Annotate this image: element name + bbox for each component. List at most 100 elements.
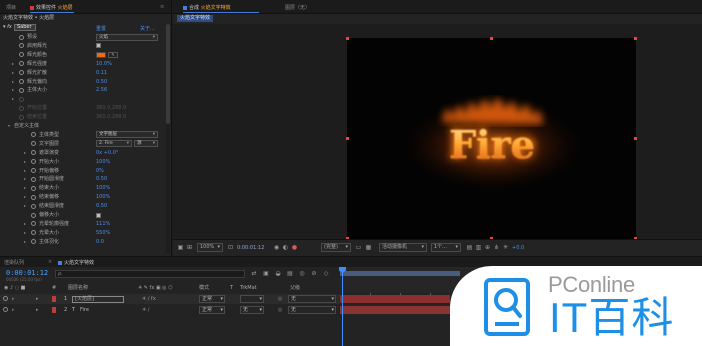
stopwatch-icon[interactable] [19, 61, 24, 67]
property-value[interactable]: 100% [96, 184, 110, 192]
layer-name[interactable]: [火焰层] [72, 295, 124, 303]
color-swatch[interactable] [96, 51, 106, 58]
tab-timeline-comp[interactable]: 火焰文字特效 [58, 259, 94, 266]
trkmat-dropdown[interactable]: 无 ▾ [240, 306, 264, 314]
table-row[interactable]: ▸ ▸ 1 [火焰层] ✳ ∕ fx 正常 ▾ ▾ ◎ 无 ▾ [0, 294, 340, 304]
effect-property-row[interactable]: ▾ 自定义主体 [0, 122, 166, 130]
stopwatch-icon[interactable] [19, 87, 24, 93]
chevron-down-icon[interactable]: ▾ [8, 122, 10, 130]
stopwatch-icon[interactable] [31, 150, 36, 156]
graph-editor-icon[interactable]: ⊘ [310, 270, 318, 278]
stopwatch-icon[interactable] [31, 185, 36, 191]
effect-property-row[interactable]: ▸ 光晕大小 550% [0, 229, 166, 237]
parent-dropdown[interactable]: 无 ▾ [288, 306, 336, 314]
property-dropdown[interactable]: 2. Fire ▾ [96, 140, 132, 148]
frame-handle[interactable] [634, 37, 637, 40]
chevron-right-icon[interactable]: ▸ [12, 86, 14, 94]
stopwatch-icon[interactable] [31, 159, 36, 165]
effect-property-row[interactable]: 开始位置 360.0,288.0 [0, 104, 166, 112]
property-value[interactable]: 0.11 [96, 69, 107, 77]
stopwatch-icon[interactable] [31, 230, 36, 236]
stopwatch-icon[interactable] [19, 34, 24, 40]
timeline-timecode[interactable]: 0:00:01:12 [6, 269, 48, 277]
property-value[interactable]: 0.50 [96, 78, 107, 86]
property-dropdown[interactable]: 文字图层 ▾ [96, 131, 158, 139]
layout-icon[interactable]: ⊞ [186, 244, 193, 251]
layer-search-input[interactable]: ρ. [55, 270, 245, 278]
frame-handle[interactable] [346, 137, 349, 140]
eye-icon[interactable] [3, 296, 8, 301]
property-value[interactable]: 0.50 [96, 175, 107, 183]
table-row[interactable]: ▸ ▸ 2 T Fire ✳ ∕ 正常 ▾ 无 ▾ ◎ 无 ▾ [0, 305, 340, 315]
reset-link[interactable]: 重置 [96, 25, 106, 32]
chevron-right-icon[interactable]: ▸ [12, 69, 14, 77]
expand-icon[interactable]: ▸ [36, 307, 39, 313]
camera-dropdown[interactable]: 活动摄像机 ▾ [379, 243, 427, 252]
tab-composition[interactable]: 合成 火焰文字特效 [183, 4, 231, 11]
effect-property-row[interactable]: ▸ 结束圆滑度 0.50 [0, 202, 166, 210]
shy-icon[interactable]: ◒ [274, 270, 282, 278]
channel-icon[interactable]: ● [291, 244, 298, 251]
close-icon[interactable]: × [48, 259, 52, 265]
frame-handle[interactable] [346, 37, 349, 40]
stopwatch-icon[interactable] [31, 176, 36, 182]
comp-breadcrumb[interactable]: 火焰文字特效 [177, 15, 214, 22]
stopwatch-icon[interactable] [31, 221, 36, 227]
chevron-right-icon[interactable]: ▸ [24, 158, 26, 166]
stopwatch-icon[interactable] [31, 212, 36, 218]
property-value[interactable]: 100% [96, 193, 110, 201]
flowchart-icon[interactable]: ⋔ [493, 244, 500, 251]
draft-3d-icon[interactable]: ▣ [262, 270, 270, 278]
effect-property-row[interactable]: ▸ 开始圆滑度 0.50 [0, 175, 166, 183]
chevron-right-icon[interactable]: ▸ [24, 229, 26, 237]
tab-layer[interactable]: 图层（无） [285, 4, 310, 11]
effect-property-row[interactable]: ▸ 开始大小 100% [0, 158, 166, 166]
about-link[interactable]: 关于... [140, 25, 155, 32]
stopwatch-icon[interactable] [19, 96, 24, 102]
property-dropdown-secondary[interactable]: 源 ▾ [134, 140, 158, 148]
reset-exposure-icon[interactable]: ✳ [502, 244, 509, 251]
frame-handle[interactable] [634, 137, 637, 140]
layer-duration-bar[interactable] [340, 306, 450, 314]
effect-property-row[interactable]: ▸ 开始偏移 0% [0, 167, 166, 175]
chevron-right-icon[interactable]: ▸ [24, 220, 26, 228]
effect-property-row[interactable]: 结束位置 360.0,288.0 [0, 113, 166, 121]
comp-mini-flowchart-icon[interactable]: ⇄ [250, 270, 258, 278]
property-checkbox[interactable] [96, 212, 101, 218]
effect-property-row[interactable]: ▸ 遮罩演变 0x +0.0° [0, 149, 166, 157]
tab-effect-controls[interactable]: 效果控件 火焰层 [30, 4, 73, 11]
effect-property-row[interactable]: 文字图层 2. Fire ▾ 源 ▾ [0, 140, 166, 148]
stopwatch-icon[interactable] [19, 43, 24, 49]
property-value[interactable]: 0.50 [96, 202, 107, 210]
exposure-value[interactable]: +0.0 [512, 245, 524, 251]
stopwatch-icon[interactable] [31, 141, 36, 147]
chevron-right-icon[interactable]: ▸ [24, 193, 26, 201]
tab-render-queue[interactable]: 渲染队列 [4, 259, 24, 266]
stopwatch-icon[interactable] [31, 194, 36, 200]
effect-property-row[interactable]: ▸ 主体大小 2.56 [0, 86, 166, 94]
stopwatch-icon[interactable] [19, 52, 24, 58]
show-snapshot-icon[interactable]: ◐ [282, 244, 289, 251]
views-dropdown[interactable]: 1个... ▾ [431, 243, 461, 252]
region-icon[interactable]: ▭ [355, 244, 362, 251]
chevron-right-icon[interactable]: ▸ [12, 95, 14, 103]
property-dropdown[interactable]: 火焰 ▾ [96, 33, 158, 41]
mode-dropdown[interactable]: 正常 ▾ [199, 295, 225, 303]
property-value[interactable]: 0.0 [96, 238, 104, 246]
3d-icon[interactable]: ⊕ [484, 244, 491, 251]
zoom-dropdown[interactable]: 100% ▾ [197, 243, 223, 252]
stopwatch-icon[interactable] [19, 79, 24, 84]
stopwatch-icon[interactable] [31, 132, 36, 138]
scrollbar-thumb[interactable] [166, 24, 170, 124]
parent-dropdown[interactable]: 无 ▾ [288, 295, 336, 303]
parent-pickwhip-icon[interactable]: ◎ [278, 296, 282, 302]
frame-blending-icon[interactable]: ▤ [286, 270, 294, 278]
property-checkbox[interactable] [96, 43, 101, 49]
parent-pickwhip-icon[interactable]: ◎ [278, 307, 282, 313]
layer-controls-icon[interactable]: ▤ [466, 244, 473, 251]
layer-name[interactable]: Fire [80, 307, 89, 313]
mode-dropdown[interactable]: 正常 ▾ [199, 306, 225, 314]
lock-icon[interactable]: ▸ [12, 296, 15, 302]
property-value[interactable]: 0% [96, 167, 104, 175]
render-icon[interactable]: ▥ [475, 244, 482, 251]
